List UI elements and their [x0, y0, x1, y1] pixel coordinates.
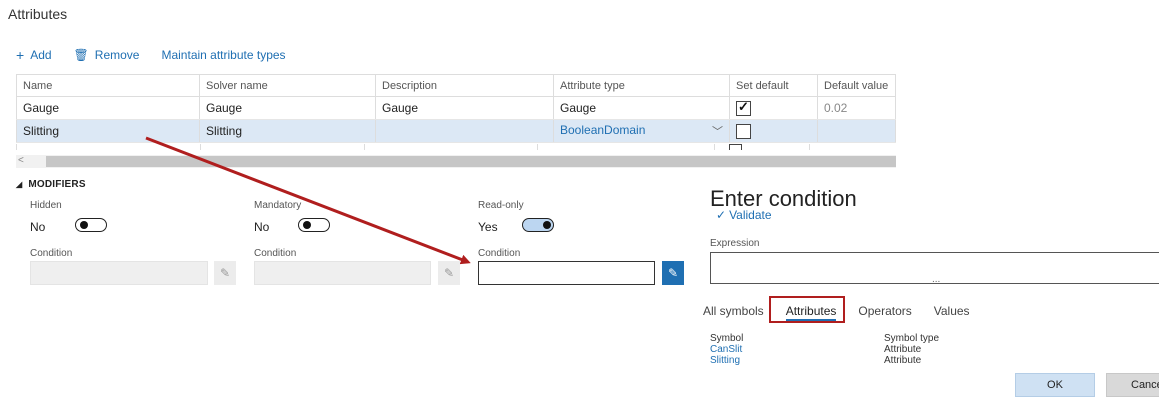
annotation-arrow: [145, 136, 471, 265]
arrow-line: [145, 136, 471, 265]
